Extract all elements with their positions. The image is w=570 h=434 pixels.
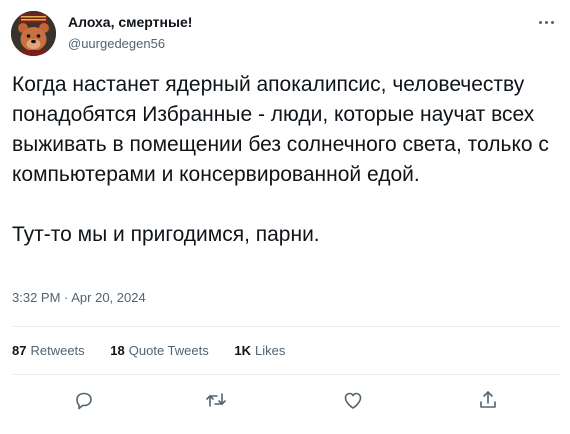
quotes-count: 18 — [110, 343, 125, 358]
action-bar — [0, 380, 570, 420]
reply-button[interactable] — [72, 388, 96, 412]
divider — [12, 374, 560, 375]
likes-stat[interactable]: 1K Likes — [234, 343, 285, 358]
avatar[interactable] — [11, 11, 56, 56]
more-dot-icon — [551, 21, 554, 24]
reply-icon — [76, 392, 92, 410]
like-button[interactable] — [341, 388, 365, 412]
retweets-stat[interactable]: 87 Retweets — [12, 343, 85, 358]
author-handle[interactable]: @uurgedegen56 — [68, 36, 165, 51]
tweet-timestamp[interactable]: 3:32 PM · Apr 20, 2024 — [12, 290, 146, 305]
likes-count: 1K — [234, 343, 251, 358]
more-dot-icon — [539, 21, 542, 24]
retweet-button[interactable] — [204, 388, 228, 412]
bear-avatar-icon — [11, 11, 56, 56]
retweets-count: 87 — [12, 343, 27, 358]
share-icon — [480, 391, 496, 408]
quotes-label: Quote Tweets — [128, 343, 209, 358]
share-button[interactable] — [476, 388, 500, 412]
more-dot-icon — [545, 21, 548, 24]
tweet-paragraph: Тут-то мы и пригодимся, парни. — [12, 223, 320, 246]
tweet-text: Когда настанет ядерный апокалипсис, чело… — [12, 70, 562, 250]
likes-label: Likes — [255, 343, 286, 358]
quote-tweets-stat[interactable]: 18 Quote Tweets — [110, 343, 208, 358]
divider — [12, 326, 560, 327]
more-options-button[interactable] — [535, 14, 559, 30]
tweet: Алоха, смертные! @uurgedegen56 Когда нас… — [0, 0, 570, 434]
author-name[interactable]: Алоха, смертные! — [68, 14, 192, 30]
retweet-icon — [206, 393, 226, 407]
like-icon — [344, 392, 362, 409]
tweet-stats: 87 Retweets 18 Quote Tweets 1K Likes — [12, 343, 307, 358]
tweet-paragraph: Когда настанет ядерный апокалипсис, чело… — [12, 73, 549, 186]
retweets-label: Retweets — [30, 343, 85, 358]
